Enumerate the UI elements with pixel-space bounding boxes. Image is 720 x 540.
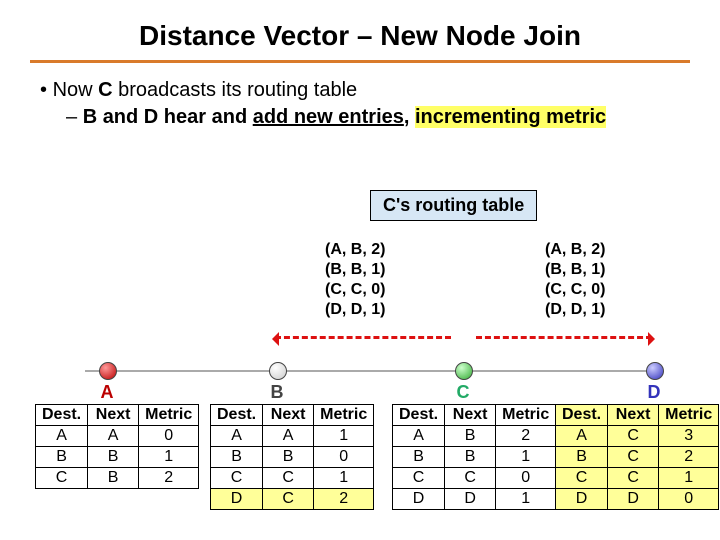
cell: 0 bbox=[314, 447, 374, 468]
l2-highlight: incrementing metric bbox=[415, 106, 606, 128]
col-next: Next bbox=[263, 405, 314, 426]
l1-bold: C bbox=[98, 79, 112, 101]
cell: 1 bbox=[496, 447, 556, 468]
broadcast-arrow-right bbox=[476, 336, 652, 339]
routing-table-a: Dest.NextMetric AA0 BB1 CB2 bbox=[35, 404, 199, 489]
col-dest: Dest. bbox=[556, 405, 608, 426]
cell: A bbox=[211, 426, 263, 447]
cell: 1 bbox=[659, 468, 719, 489]
node-label-c: C bbox=[455, 382, 471, 403]
cell: C bbox=[263, 468, 314, 489]
col-metric: Metric bbox=[314, 405, 374, 426]
cell: D bbox=[445, 489, 496, 510]
node-a bbox=[99, 362, 117, 380]
cell: B bbox=[556, 447, 608, 468]
l2-plain: B and D hear and bbox=[83, 106, 253, 128]
cell: D bbox=[211, 489, 263, 510]
node-d bbox=[646, 362, 664, 380]
tuple-block-b: (A, B, 2) (B, B, 1) (C, C, 0) (D, D, 1) bbox=[325, 240, 385, 320]
tuple-block-d: (A, B, 2) (B, B, 1) (C, C, 0) (D, D, 1) bbox=[545, 240, 605, 320]
cell: A bbox=[88, 426, 139, 447]
col-dest: Dest. bbox=[36, 405, 88, 426]
cell: B bbox=[393, 447, 445, 468]
routing-table-caption: C's routing table bbox=[370, 190, 537, 221]
cell: C bbox=[608, 447, 659, 468]
node-c bbox=[455, 362, 473, 380]
cell: 1 bbox=[496, 489, 556, 510]
col-dest: Dest. bbox=[211, 405, 263, 426]
cell: D bbox=[556, 489, 608, 510]
cell: B bbox=[445, 447, 496, 468]
node-label-d: D bbox=[646, 382, 662, 403]
cell: C bbox=[556, 468, 608, 489]
tuple-row: (A, B, 2) bbox=[545, 240, 605, 260]
tuple-row: (D, D, 1) bbox=[325, 300, 385, 320]
l1-post: broadcasts its routing table bbox=[113, 79, 358, 101]
cell: B bbox=[445, 426, 496, 447]
col-next: Next bbox=[445, 405, 496, 426]
col-dest: Dest. bbox=[393, 405, 445, 426]
cell: 2 bbox=[659, 447, 719, 468]
link-line bbox=[85, 370, 660, 372]
node-label-b: B bbox=[269, 382, 285, 403]
cell: B bbox=[263, 447, 314, 468]
cell: A bbox=[36, 426, 88, 447]
cell: C bbox=[445, 468, 496, 489]
cell: C bbox=[608, 468, 659, 489]
cell: C bbox=[36, 468, 88, 489]
cell: C bbox=[263, 489, 314, 510]
title-underline bbox=[30, 60, 690, 63]
cell: C bbox=[393, 468, 445, 489]
cell: 1 bbox=[139, 447, 199, 468]
routing-table-b: Dest.NextMetric AA1 BB0 CC1 DC2 bbox=[210, 404, 374, 510]
col-next: Next bbox=[608, 405, 659, 426]
cell: A bbox=[263, 426, 314, 447]
cell: C bbox=[608, 426, 659, 447]
col-metric: Metric bbox=[659, 405, 719, 426]
cell: D bbox=[393, 489, 445, 510]
node-b bbox=[269, 362, 287, 380]
slide-title: Distance Vector – New Node Join bbox=[0, 0, 720, 60]
l1-pre: Now bbox=[53, 79, 99, 101]
cell: 2 bbox=[496, 426, 556, 447]
node-label-a: A bbox=[99, 382, 115, 403]
col-metric: Metric bbox=[139, 405, 199, 426]
cell: 0 bbox=[659, 489, 719, 510]
l2-comma: , bbox=[404, 106, 415, 128]
col-next: Next bbox=[88, 405, 139, 426]
tuple-row: (A, B, 2) bbox=[325, 240, 385, 260]
col-metric: Metric bbox=[496, 405, 556, 426]
cell: B bbox=[88, 447, 139, 468]
cell: A bbox=[393, 426, 445, 447]
cell: 1 bbox=[314, 468, 374, 489]
cell: B bbox=[36, 447, 88, 468]
broadcast-arrow-left bbox=[275, 336, 451, 339]
tuple-row: (C, C, 0) bbox=[325, 280, 385, 300]
routing-table-c: Dest.NextMetric AB2 BB1 CC0 DD1 bbox=[392, 404, 556, 510]
topology-line: A B C D bbox=[85, 360, 660, 384]
cell: D bbox=[608, 489, 659, 510]
cell: 3 bbox=[659, 426, 719, 447]
cell: 2 bbox=[139, 468, 199, 489]
cell: B bbox=[88, 468, 139, 489]
cell: C bbox=[211, 468, 263, 489]
cell: A bbox=[556, 426, 608, 447]
tuple-row: (D, D, 1) bbox=[545, 300, 605, 320]
cell: 0 bbox=[139, 426, 199, 447]
cell: 1 bbox=[314, 426, 374, 447]
cell: B bbox=[211, 447, 263, 468]
cell: 2 bbox=[314, 489, 374, 510]
bullet-text: Now C broadcasts its routing table B and… bbox=[40, 77, 680, 131]
routing-table-d: Dest.NextMetric AC3 BC2 CC1 DD0 bbox=[555, 404, 719, 510]
l2-underline: add new entries bbox=[253, 106, 404, 128]
cell: 0 bbox=[496, 468, 556, 489]
tuple-row: (B, B, 1) bbox=[325, 260, 385, 280]
tuple-row: (C, C, 0) bbox=[545, 280, 605, 300]
tuple-row: (B, B, 1) bbox=[545, 260, 605, 280]
